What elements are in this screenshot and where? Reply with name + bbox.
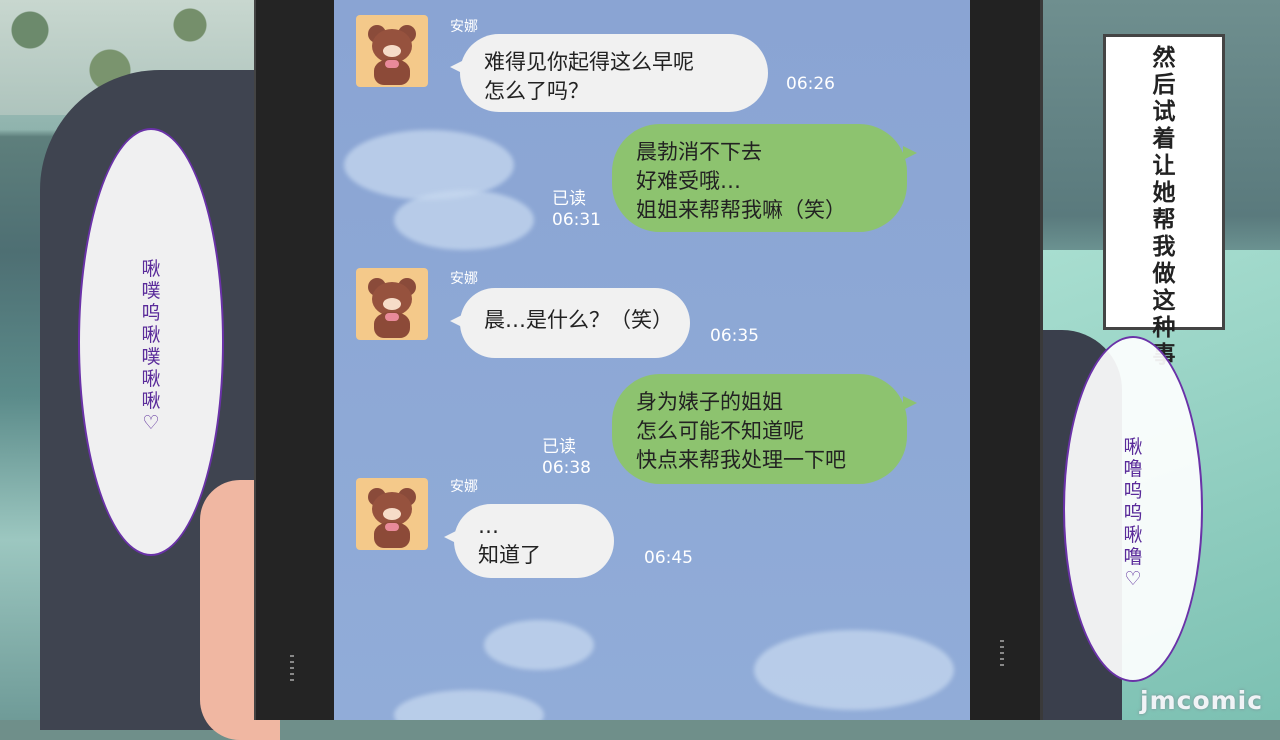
phone-screen: 安娜 难得见你起得这么早呢 怎么了吗？ 06:26 已读 06:31 晨勃消不下… xyxy=(334,0,970,720)
outgoing-message-bubble[interactable]: 晨勃消不下去 好难受哦… 姐姐来帮帮我嘛（笑） xyxy=(612,124,917,232)
bear-muzzle xyxy=(383,298,401,310)
narration-text: 然后试着让她帮我做这种事 xyxy=(1152,45,1176,368)
watermark-logo: jmcomic xyxy=(1140,686,1264,715)
sfx-text-left: 啾噗呜啾噗啾啾♡ xyxy=(141,258,161,434)
incoming-message-bubble[interactable]: 晨…是什么？（笑） xyxy=(450,288,690,358)
contact-avatar[interactable] xyxy=(356,268,428,340)
message-line: 好难受哦… xyxy=(636,169,741,193)
message-timestamp: 06:35 xyxy=(710,326,759,346)
bear-bow xyxy=(385,523,399,531)
sfx-balloon-left: 啾噗呜啾噗啾啾♡ xyxy=(78,128,224,556)
message-timestamp: 06:31 xyxy=(552,210,601,230)
bear-muzzle xyxy=(383,508,401,520)
cloud xyxy=(344,130,514,200)
outgoing-message-bubble[interactable]: 身为婊子的姐姐 怎么可能不知道呢 快点来帮我处理一下吧 xyxy=(612,374,917,484)
message-line: 怎么可能不知道呢 xyxy=(636,419,804,443)
message-line: 难得见你起得这么早呢 xyxy=(484,50,694,74)
message-timestamp: 06:38 xyxy=(542,458,591,478)
cloud xyxy=(394,690,544,720)
message-line: 姐姐来帮帮我嘛（笑） xyxy=(636,198,846,222)
message-timestamp: 06:45 xyxy=(644,548,693,568)
sender-name: 安娜 xyxy=(450,479,478,495)
sender-name: 安娜 xyxy=(450,19,478,35)
contact-avatar[interactable] xyxy=(356,15,428,87)
sfx-balloon-right: 啾噜呜呜啾噜♡ xyxy=(1063,336,1203,682)
read-receipt: 已读 xyxy=(542,437,576,457)
bear-muzzle xyxy=(383,45,401,57)
incoming-message-bubble[interactable]: 难得见你起得这么早呢 怎么了吗？ xyxy=(450,34,768,112)
bear-bow xyxy=(385,313,399,321)
message-line: 晨…是什么？（笑） xyxy=(484,308,673,332)
phone-frame-left xyxy=(254,0,336,720)
narration-box: 然后试着让她帮我做这种事 xyxy=(1103,34,1225,368)
phone-speaker-left xyxy=(290,655,294,685)
message-line: 身为婊子的姐姐 xyxy=(636,390,783,414)
contact-avatar[interactable] xyxy=(356,478,428,550)
cloud xyxy=(484,620,594,670)
message-line: … xyxy=(478,514,499,538)
message-timestamp: 06:26 xyxy=(786,74,835,94)
message-line: 快点来帮我处理一下吧 xyxy=(636,448,846,472)
phone-frame-right xyxy=(970,0,1043,720)
incoming-message-bubble[interactable]: … 知道了 xyxy=(444,504,614,578)
sender-name: 安娜 xyxy=(450,271,478,287)
message-line: 知道了 xyxy=(478,543,541,567)
message-line: 怎么了吗？ xyxy=(484,79,589,103)
cloud xyxy=(394,190,534,250)
cloud xyxy=(754,630,954,710)
bear-bow xyxy=(385,60,399,68)
sfx-text-right: 啾噜呜呜啾噜♡ xyxy=(1123,436,1143,590)
message-line: 晨勃消不下去 xyxy=(636,140,762,164)
phone-speaker-right xyxy=(1000,640,1004,670)
read-receipt: 已读 xyxy=(552,189,586,209)
